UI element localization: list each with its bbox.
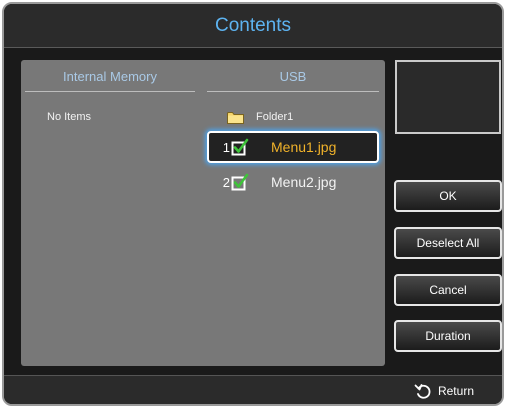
no-items-text: No Items	[47, 111, 92, 123]
return-icon	[414, 383, 432, 399]
deselect-all-button[interactable]: Deselect All	[394, 227, 502, 259]
cancel-button[interactable]: Cancel	[394, 274, 502, 306]
ok-button[interactable]: OK	[394, 180, 502, 212]
file-item[interactable]: 2 Menu2.jpg	[207, 166, 379, 198]
folder-icon	[227, 111, 244, 124]
folder-label: Folder1	[256, 111, 294, 123]
contents-dialog: Contents Internal Memory USB No Items Fo…	[2, 2, 504, 406]
file-browser-panel: Internal Memory USB No Items Folder1 1 M…	[21, 60, 385, 366]
return-label: Return	[437, 384, 474, 398]
return-button[interactable]: Return	[414, 383, 474, 399]
file-name: Menu2.jpg	[271, 174, 337, 190]
file-name: Menu1.jpg	[271, 139, 337, 155]
checkbox-checked-icon[interactable]	[231, 138, 249, 156]
file-index: 2	[222, 174, 230, 190]
file-index: 1	[222, 139, 230, 155]
usb-header[interactable]: USB	[207, 69, 379, 84]
footer-bar: Return	[4, 375, 502, 404]
duration-button[interactable]: Duration	[394, 320, 502, 352]
file-item-selected[interactable]: 1 Menu1.jpg	[207, 131, 379, 163]
checkbox-checked-icon[interactable]	[231, 173, 249, 191]
internal-memory-header[interactable]: Internal Memory	[25, 69, 195, 84]
folder-item[interactable]: Folder1	[227, 109, 293, 125]
dialog-title: Contents	[214, 14, 292, 36]
title-bar: Contents	[4, 4, 502, 48]
usb-divider	[207, 91, 379, 92]
internal-memory-divider	[25, 91, 195, 92]
preview-thumbnail	[395, 60, 501, 134]
